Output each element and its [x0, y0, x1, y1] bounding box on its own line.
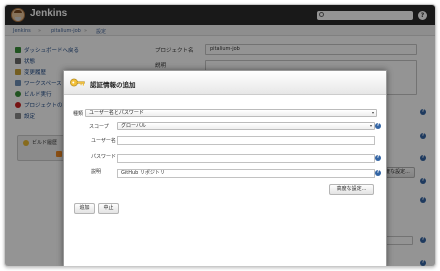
description-label: 説明: [91, 169, 102, 175]
cancel-button[interactable]: 中止: [98, 203, 119, 214]
password-help-icon[interactable]: ?: [375, 155, 381, 161]
advanced-settings-button[interactable]: 高度な設定...: [329, 184, 374, 195]
dialog-header: 認証情報の追加: [64, 71, 386, 95]
password-label: パスワード: [91, 154, 117, 160]
description-input[interactable]: GitHub リポジトリ: [117, 169, 375, 178]
key-icon: [70, 78, 85, 87]
scope-select-value: グローバル: [121, 123, 146, 129]
scope-select[interactable]: グローバル ▾: [117, 122, 375, 130]
username-label: ユーザー名: [91, 138, 116, 144]
description-help-icon[interactable]: ?: [375, 170, 381, 176]
dialog-title: 認証情報の追加: [90, 81, 136, 89]
kind-select-value: ユーザー名とパスワード: [89, 110, 144, 116]
add-credentials-dialog: 認証情報の追加 種類 ユーザー名とパスワード ▾ スコープ グローバル ▾ ? …: [63, 70, 387, 266]
select-arrow-icon: ▾: [371, 110, 374, 115]
username-input[interactable]: [117, 136, 375, 145]
scope-help-icon[interactable]: ?: [375, 123, 381, 129]
password-input[interactable]: [117, 154, 375, 163]
kind-label: 種類: [73, 111, 84, 117]
select-arrow-icon: ▾: [369, 123, 372, 128]
browser-frame: Jenkins ? Jenkins » pitalium-job » 設定 ダッ…: [4, 4, 436, 267]
scope-label: スコープ: [89, 124, 109, 130]
add-button[interactable]: 追加: [74, 203, 95, 214]
kind-select[interactable]: ユーザー名とパスワード ▾: [85, 109, 377, 117]
